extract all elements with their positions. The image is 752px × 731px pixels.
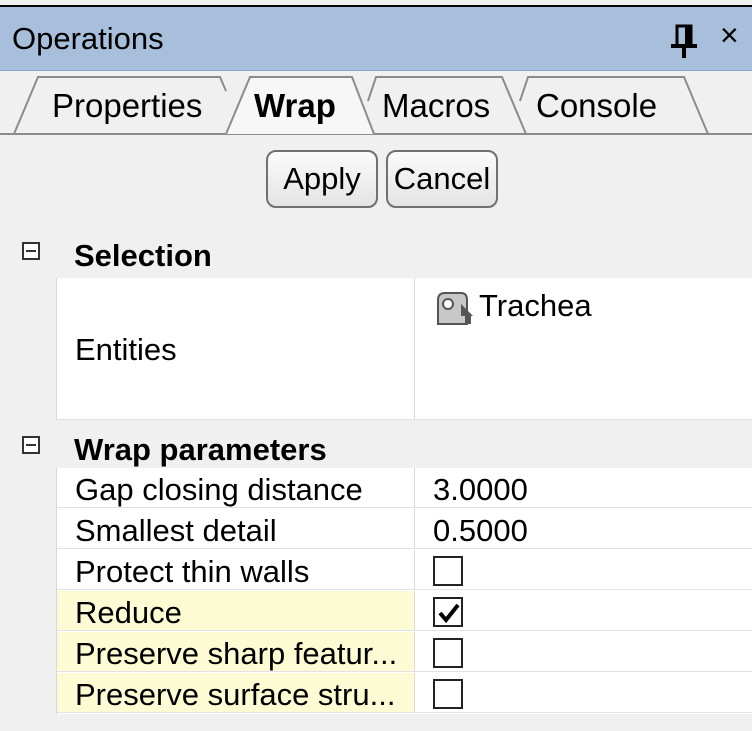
gap-closing-distance-value[interactable]: 3.0000 [433, 472, 528, 508]
property-name-cell: Gap closing distance [57, 468, 415, 507]
tab-strip: Properties Wrap Macros Console [0, 71, 752, 135]
property-name-cell: Reduce [57, 591, 415, 630]
entities-name-cell: Entities [57, 278, 415, 419]
protect-thin-walls-row[interactable]: Protect thin walls [57, 550, 752, 590]
smallest-detail-label: Smallest detail [75, 513, 277, 548]
gap-closing-distance-label: Gap closing distance [75, 472, 363, 507]
apply-button[interactable]: Apply [266, 150, 378, 208]
reduce-row[interactable]: Reduce [57, 591, 752, 631]
collapse-icon[interactable] [22, 242, 40, 260]
protect-thin-walls-checkbox[interactable] [433, 556, 463, 586]
panel-title: Operations [12, 21, 164, 56]
entities-row[interactable]: Entities Trachea [57, 278, 752, 420]
tab-console[interactable]: Console [536, 87, 657, 125]
property-name-cell: Preserve surface stru... [57, 673, 415, 712]
tab-properties[interactable]: Properties [52, 87, 202, 125]
operations-panel: Operations × Properties Wrap Macros Cons… [0, 0, 752, 731]
entity-trachea[interactable]: Trachea [479, 288, 592, 324]
protect-thin-walls-label: Protect thin walls [75, 554, 310, 589]
smallest-detail-value[interactable]: 0.5000 [433, 513, 528, 549]
selection-properties: Entities Trachea [56, 278, 752, 420]
reduce-label: Reduce [75, 595, 182, 630]
preserve-surface-structures-label: Preserve surface stru... [75, 677, 396, 712]
title-bar: Operations × [0, 7, 752, 71]
selection-category-label: Selection [74, 238, 212, 273]
cancel-button[interactable]: Cancel [386, 150, 498, 208]
checkmark-icon [438, 603, 460, 624]
preserve-sharp-features-row[interactable]: Preserve sharp featur... [57, 632, 752, 672]
preserve-sharp-features-label: Preserve sharp featur... [75, 636, 398, 671]
entities-label: Entities [75, 332, 177, 367]
reduce-checkbox[interactable] [433, 597, 463, 627]
wrap-parameters-properties: Gap closing distance 3.0000 Smallest det… [56, 468, 752, 714]
wrap-parameters-category: Wrap parameters [8, 420, 752, 472]
pin-icon[interactable] [671, 23, 699, 59]
collapse-icon[interactable] [22, 436, 40, 454]
close-icon[interactable]: × [720, 19, 739, 51]
gap-closing-distance-row[interactable]: Gap closing distance 3.0000 [57, 468, 752, 508]
tab-macros[interactable]: Macros [382, 87, 490, 125]
preserve-surface-structures-checkbox[interactable] [433, 679, 463, 709]
tab-wrap[interactable]: Wrap [254, 87, 336, 125]
smallest-detail-row[interactable]: Smallest detail 0.5000 [57, 509, 752, 549]
property-name-cell: Smallest detail [57, 509, 415, 548]
preserve-sharp-features-checkbox[interactable] [433, 638, 463, 668]
property-name-cell: Protect thin walls [57, 550, 415, 589]
property-name-cell: Preserve sharp featur... [57, 632, 415, 671]
preserve-surface-structures-row[interactable]: Preserve surface stru... [57, 673, 752, 713]
selection-category: Selection [8, 226, 752, 278]
property-grid: Selection Entities Trachea Wrap paramete… [8, 222, 752, 731]
wrap-parameters-category-label: Wrap parameters [74, 432, 327, 467]
part-icon [437, 292, 473, 325]
